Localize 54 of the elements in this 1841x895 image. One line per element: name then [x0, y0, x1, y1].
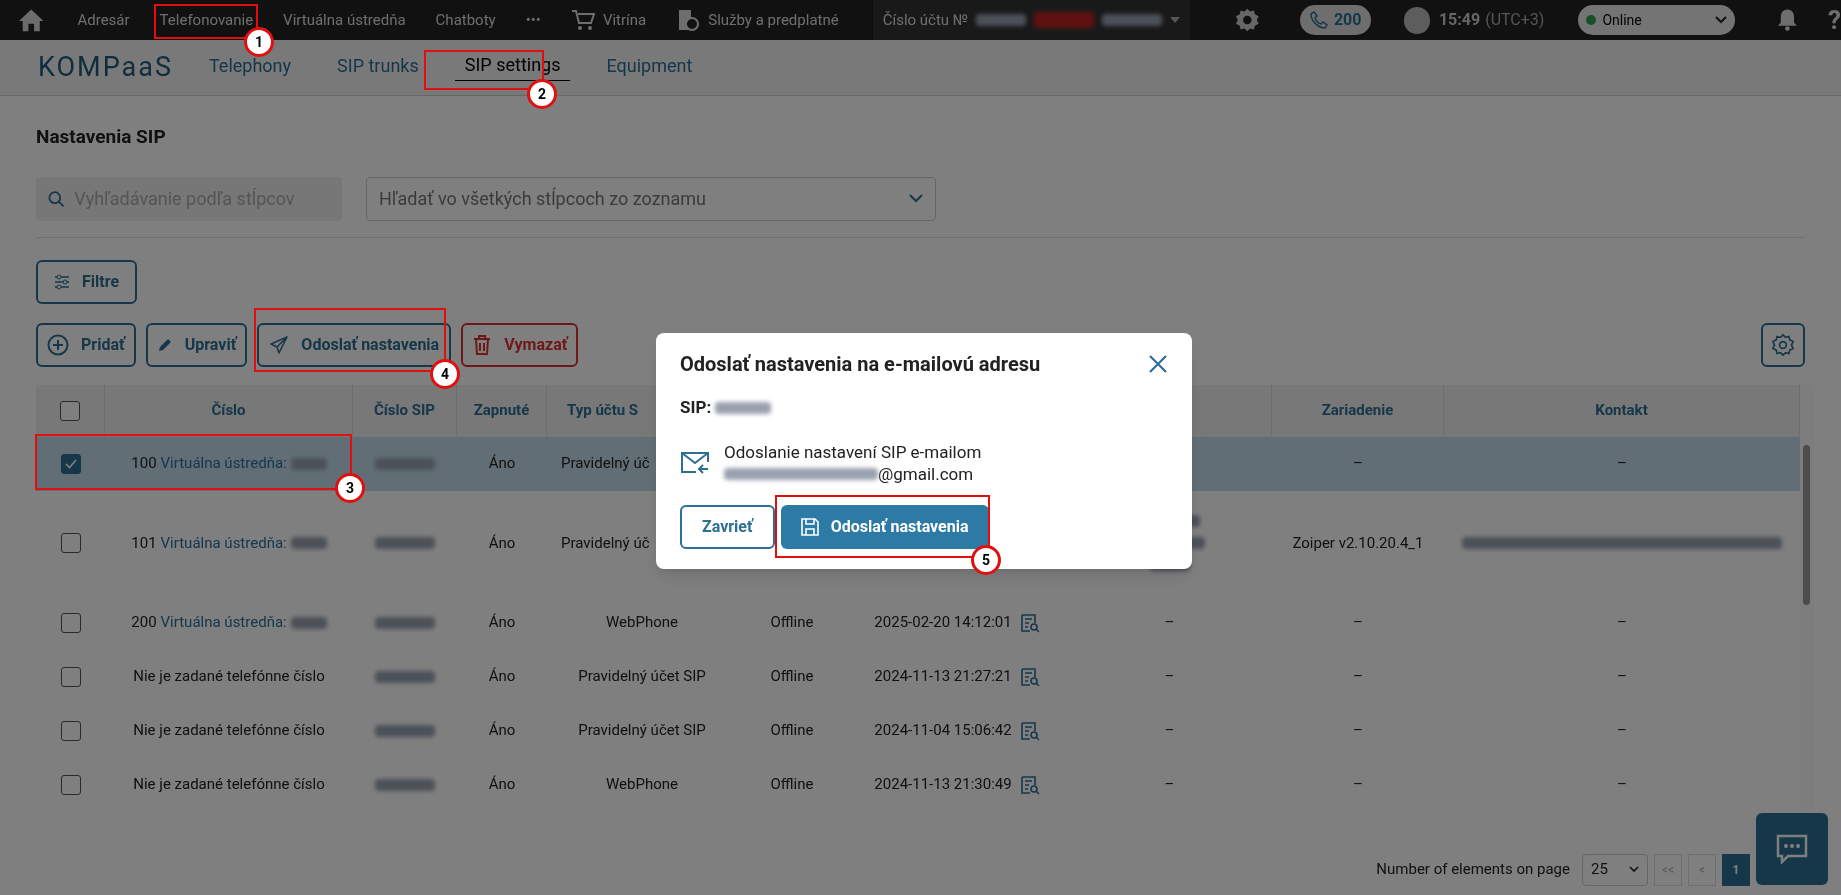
number-text: 101 [131, 532, 157, 554]
account-type-text: WebPhone [606, 774, 678, 796]
dialog-message: Odoslanie nastavení SIP e-mailom [724, 440, 982, 463]
annotation-number: 4 [430, 359, 460, 389]
dash-text: – [1164, 666, 1175, 688]
number-text: Nie je zadané telefónne číslo [133, 774, 325, 796]
status-label: Online [1602, 10, 1642, 30]
enabled-text: Áno [488, 453, 516, 475]
dash-text: – [1164, 774, 1175, 796]
account-type-text: Pravidelný úč [561, 532, 650, 554]
account-label: Číslo účtu № [882, 9, 969, 31]
number-text: Nie je zadané telefónne číslo [133, 666, 325, 688]
last-seen-text: 2024-11-04 15:06:42 [874, 720, 1012, 742]
account-type-text: Pravidelný účet SIP [578, 666, 706, 688]
timezone-label: (UTC+3) [1485, 9, 1545, 31]
number-text: 100 [131, 453, 157, 475]
contact-text: – [1617, 453, 1627, 475]
last-seen-text: 2025-02-20 14:12:01 [874, 612, 1012, 634]
enabled-text: Áno [488, 532, 516, 554]
contact-text: – [1617, 774, 1627, 796]
email-suffix: @gmail.com [878, 462, 974, 485]
account-type-text: Pravidelný účet SIP [578, 720, 706, 742]
dialog-title: Odoslať nastavenia na e-mailovú adresu [680, 351, 1041, 378]
contact-text: – [1617, 666, 1627, 688]
enabled-text: Áno [488, 666, 516, 688]
device-text: – [1353, 720, 1363, 742]
number-text: 200 [131, 612, 157, 634]
status-text: Offline [770, 774, 814, 796]
number-text: Nie je zadané telefónne číslo [133, 720, 325, 742]
status-text: Offline [770, 612, 814, 634]
status-text: Offline [770, 666, 814, 688]
device-text: – [1353, 453, 1363, 475]
device-text: Zoiper v2.10.20.4_1 [1292, 532, 1424, 554]
clock-time: 15:49 [1438, 9, 1481, 31]
contact-text: – [1617, 612, 1627, 634]
status-text: Offline [770, 720, 814, 742]
dash-text: – [1164, 720, 1175, 742]
last-seen-text: 2024-11-13 21:27:21 [874, 666, 1012, 688]
account-type-text: WebPhone [606, 612, 678, 634]
account-type-text: Pravidelný úč [561, 453, 650, 475]
device-text: – [1353, 666, 1363, 688]
dash-text: – [1164, 612, 1175, 634]
device-text: – [1353, 612, 1363, 634]
enabled-text: Áno [488, 612, 516, 634]
device-text: – [1353, 774, 1363, 796]
sip-label: SIP: [680, 396, 712, 419]
logo: KOMPaaS [38, 50, 173, 86]
last-seen-text: 2024-11-13 21:30:49 [874, 774, 1012, 796]
contact-text: – [1617, 720, 1627, 742]
enabled-text: Áno [488, 774, 516, 796]
enabled-text: Áno [488, 720, 516, 742]
annotation-number: 2 [527, 79, 557, 109]
page-size-label: Number of elements on page [1376, 859, 1570, 881]
page-title: Nastavenia SIP [36, 124, 167, 150]
